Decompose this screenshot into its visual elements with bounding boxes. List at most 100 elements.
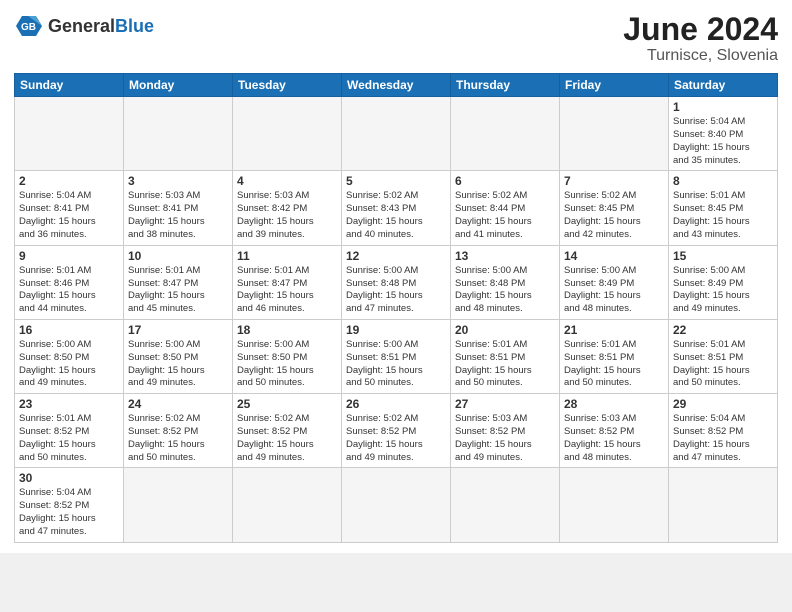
svg-text:GB: GB <box>21 22 36 33</box>
day-info: Sunrise: 5:02 AM Sunset: 8:52 PM Dayligh… <box>237 413 337 464</box>
calendar-cell: 6Sunrise: 5:02 AM Sunset: 8:44 PM Daylig… <box>451 171 560 245</box>
calendar-cell <box>124 468 233 542</box>
day-number: 8 <box>673 174 773 188</box>
day-number: 27 <box>455 397 555 411</box>
calendar-cell: 30 Sunrise: 5:04 AM Sunset: 8:52 PM Dayli… <box>15 468 124 542</box>
day-info: Sunrise: 5:02 AM Sunset: 8:52 PM Dayligh… <box>346 413 446 464</box>
day-header-friday: Friday <box>560 74 669 97</box>
day-number: 17 <box>128 323 228 337</box>
calendar-week-row: 9 Sunrise: 5:01 AM Sunset: 8:46 PM Daylig… <box>15 245 778 319</box>
logo: GB General Blue <box>14 12 154 40</box>
calendar-table: SundayMondayTuesdayWednesdayThursdayFrid… <box>14 73 778 543</box>
calendar-cell: 19Sunrise: 5:00 AM Sunset: 8:51 PM Dayli… <box>342 319 451 393</box>
day-info: Sunrise: 5:01 AM Sunset: 8:51 PM Dayligh… <box>455 339 555 390</box>
calendar-cell <box>233 97 342 171</box>
day-info: Sunrise: 5:00 AM Sunset: 8:48 PM Dayligh… <box>346 265 446 316</box>
calendar-cell: 25Sunrise: 5:02 AM Sunset: 8:52 PM Dayli… <box>233 394 342 468</box>
day-info: Sunrise: 5:02 AM Sunset: 8:43 PM Dayligh… <box>346 190 446 241</box>
day-info: Sunrise: 5:01 AM Sunset: 8:47 PM Dayligh… <box>237 265 337 316</box>
calendar-cell: 22Sunrise: 5:01 AM Sunset: 8:51 PM Dayli… <box>669 319 778 393</box>
calendar-page: GB General Blue June 2024 Turnisce, Slov… <box>0 0 792 553</box>
location: Turnisce, Slovenia <box>623 47 778 65</box>
calendar-cell: 16Sunrise: 5:00 AM Sunset: 8:50 PM Dayli… <box>15 319 124 393</box>
day-number: 16 <box>19 323 119 337</box>
day-number: 23 <box>19 397 119 411</box>
day-info: Sunrise: 5:01 AM Sunset: 8:47 PM Dayligh… <box>128 265 228 316</box>
day-number: 26 <box>346 397 446 411</box>
day-header-saturday: Saturday <box>669 74 778 97</box>
calendar-cell <box>669 468 778 542</box>
title-block: June 2024 Turnisce, Slovenia <box>623 12 778 65</box>
month-title: June 2024 <box>623 12 778 47</box>
calendar-cell: 27 Sunrise: 5:03 AM Sunset: 8:52 PM Dayli… <box>451 394 560 468</box>
calendar-cell: 5 Sunrise: 5:02 AM Sunset: 8:43 PM Daylig… <box>342 171 451 245</box>
calendar-cell: 20Sunrise: 5:01 AM Sunset: 8:51 PM Dayli… <box>451 319 560 393</box>
calendar-cell <box>451 97 560 171</box>
calendar-cell: 29 Sunrise: 5:04 AM Sunset: 8:52 PM Dayli… <box>669 394 778 468</box>
calendar-cell <box>342 97 451 171</box>
calendar-cell <box>342 468 451 542</box>
day-number: 10 <box>128 249 228 263</box>
calendar-cell: 14Sunrise: 5:00 AM Sunset: 8:49 PM Dayli… <box>560 245 669 319</box>
day-number: 7 <box>564 174 664 188</box>
calendar-cell: 7Sunrise: 5:02 AM Sunset: 8:45 PM Daylig… <box>560 171 669 245</box>
calendar-cell: 3Sunrise: 5:03 AM Sunset: 8:41 PM Daylig… <box>124 171 233 245</box>
calendar-cell <box>15 97 124 171</box>
day-number: 21 <box>564 323 664 337</box>
day-number: 12 <box>346 249 446 263</box>
day-info: Sunrise: 5:00 AM Sunset: 8:51 PM Dayligh… <box>346 339 446 390</box>
day-info: Sunrise: 5:03 AM Sunset: 8:52 PM Dayligh… <box>455 413 555 464</box>
day-number: 15 <box>673 249 773 263</box>
day-info: Sunrise: 5:00 AM Sunset: 8:49 PM Dayligh… <box>673 265 773 316</box>
calendar-cell <box>451 468 560 542</box>
day-number: 14 <box>564 249 664 263</box>
day-info: Sunrise: 5:01 AM Sunset: 8:52 PM Dayligh… <box>19 413 119 464</box>
day-number: 6 <box>455 174 555 188</box>
calendar-cell: 18Sunrise: 5:00 AM Sunset: 8:50 PM Dayli… <box>233 319 342 393</box>
day-number: 28 <box>564 397 664 411</box>
day-info: Sunrise: 5:03 AM Sunset: 8:42 PM Dayligh… <box>237 190 337 241</box>
day-info: Sunrise: 5:03 AM Sunset: 8:52 PM Dayligh… <box>564 413 664 464</box>
day-number: 11 <box>237 249 337 263</box>
logo-general-text: General <box>48 17 115 35</box>
day-number: 18 <box>237 323 337 337</box>
day-header-monday: Monday <box>124 74 233 97</box>
calendar-cell: 4 Sunrise: 5:03 AM Sunset: 8:42 PM Daylig… <box>233 171 342 245</box>
day-info: Sunrise: 5:04 AM Sunset: 8:52 PM Dayligh… <box>673 413 773 464</box>
day-number: 29 <box>673 397 773 411</box>
calendar-week-row: 16 Sunrise: 5:00 AM Sunset: 8:50 PM Dayli… <box>15 319 778 393</box>
calendar-cell: 13Sunrise: 5:00 AM Sunset: 8:48 PM Dayli… <box>451 245 560 319</box>
day-info: Sunrise: 5:01 AM Sunset: 8:46 PM Dayligh… <box>19 265 119 316</box>
day-number: 30 <box>19 471 119 485</box>
logo-icon: GB <box>14 12 44 40</box>
calendar-cell: 21 Sunrise: 5:01 AM Sunset: 8:51 PM Dayli… <box>560 319 669 393</box>
day-number: 5 <box>346 174 446 188</box>
day-info: Sunrise: 5:04 AM Sunset: 8:52 PM Dayligh… <box>19 487 119 538</box>
calendar-cell: 11 Sunrise: 5:01 AM Sunset: 8:47 PM Dayli… <box>233 245 342 319</box>
day-info: Sunrise: 5:03 AM Sunset: 8:41 PM Dayligh… <box>128 190 228 241</box>
day-number: 22 <box>673 323 773 337</box>
calendar-cell: 2Sunrise: 5:04 AM Sunset: 8:41 PM Daylig… <box>15 171 124 245</box>
calendar-cell: 12 Sunrise: 5:00 AM Sunset: 8:48 PM Dayli… <box>342 245 451 319</box>
calendar-cell: 26 Sunrise: 5:02 AM Sunset: 8:52 PM Dayli… <box>342 394 451 468</box>
day-info: Sunrise: 5:04 AM Sunset: 8:40 PM Dayligh… <box>673 116 773 167</box>
day-header-wednesday: Wednesday <box>342 74 451 97</box>
calendar-cell: 1Sunrise: 5:04 AM Sunset: 8:40 PM Daylig… <box>669 97 778 171</box>
calendar-week-row: 2Sunrise: 5:04 AM Sunset: 8:41 PM Daylig… <box>15 171 778 245</box>
calendar-header-row: SundayMondayTuesdayWednesdayThursdayFrid… <box>15 74 778 97</box>
calendar-cell <box>124 97 233 171</box>
day-header-tuesday: Tuesday <box>233 74 342 97</box>
day-info: Sunrise: 5:00 AM Sunset: 8:50 PM Dayligh… <box>128 339 228 390</box>
logo-blue-text: Blue <box>115 17 154 35</box>
logo-text: General Blue <box>48 17 154 35</box>
day-number: 4 <box>237 174 337 188</box>
calendar-cell <box>233 468 342 542</box>
day-number: 2 <box>19 174 119 188</box>
day-header-thursday: Thursday <box>451 74 560 97</box>
day-number: 9 <box>19 249 119 263</box>
calendar-cell: 28 Sunrise: 5:03 AM Sunset: 8:52 PM Dayli… <box>560 394 669 468</box>
day-info: Sunrise: 5:01 AM Sunset: 8:51 PM Dayligh… <box>564 339 664 390</box>
day-number: 24 <box>128 397 228 411</box>
day-number: 13 <box>455 249 555 263</box>
calendar-cell: 10 Sunrise: 5:01 AM Sunset: 8:47 PM Dayli… <box>124 245 233 319</box>
